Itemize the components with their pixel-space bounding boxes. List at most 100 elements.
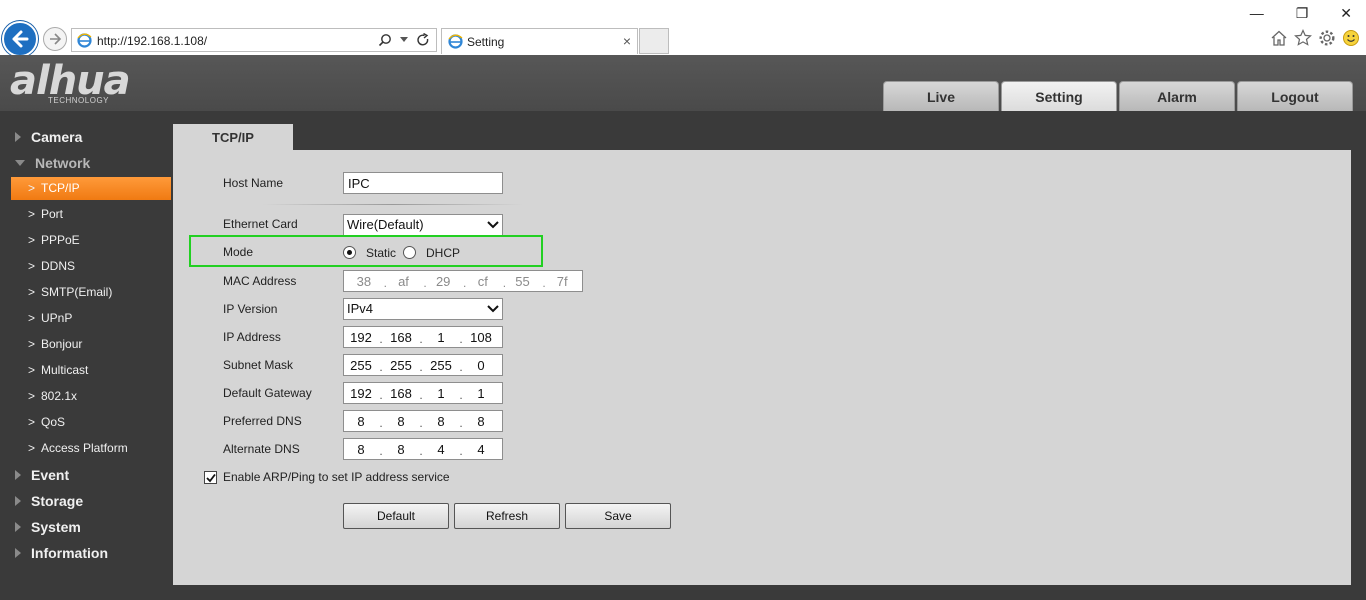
preferred-dns-input[interactable]: 8. 8. 8. 8 (343, 410, 503, 432)
tab-title: Setting (467, 35, 505, 49)
sidebar-item-ddns[interactable]: > DDNS (11, 255, 171, 278)
ip-octet[interactable]: 192 (344, 385, 378, 401)
mode-label: Mode (223, 245, 254, 259)
sidebar-item-label: TCP/IP (41, 181, 80, 195)
ip-octet[interactable]: 168 (384, 329, 418, 345)
sidebar-item-qos[interactable]: > QoS (11, 411, 171, 434)
ip-octet[interactable]: 8 (344, 441, 378, 457)
favorites-star-icon[interactable] (1294, 29, 1312, 47)
new-tab-button[interactable] (639, 28, 669, 54)
search-icon[interactable] (378, 33, 392, 47)
ip-version-select[interactable]: IPv4 (343, 298, 503, 320)
ip-octet[interactable]: 0 (464, 357, 498, 373)
default-gateway-input[interactable]: 192. 168. 1. 1 (343, 382, 503, 404)
section-label: System (31, 519, 81, 535)
ip-octet[interactable]: 8 (384, 441, 418, 457)
ethernet-card-select[interactable]: Wire(Default) (343, 214, 503, 236)
ip-octet[interactable]: 168 (384, 385, 418, 401)
subnet-mask-input[interactable]: 255. 255. 255. 0 (343, 354, 503, 376)
triangle-down-icon (15, 160, 25, 166)
ip-octet[interactable]: 108 (464, 329, 498, 345)
ip-octet[interactable]: 192 (344, 329, 378, 345)
tcpip-settings-panel: Host Name IPC Ethernet Card Wire(Default… (173, 150, 1351, 585)
sidebar-item-label: Access Platform (41, 441, 128, 455)
sidebar-item-bonjour[interactable]: > Bonjour (11, 333, 171, 356)
ip-octet[interactable]: 1 (464, 385, 498, 401)
nav-tab-alarm[interactable]: Alarm (1119, 81, 1235, 111)
chevron-down-icon (487, 305, 499, 313)
mode-static-radio[interactable] (343, 246, 356, 259)
sidebar-section-system[interactable]: System (15, 517, 81, 537)
smiley-icon[interactable] (1342, 29, 1360, 47)
forward-button[interactable] (43, 27, 67, 51)
triangle-right-icon (15, 548, 21, 558)
mac-octet: 7f (556, 274, 568, 289)
ip-octet[interactable]: 4 (424, 441, 458, 457)
sidebar-item-access-platform[interactable]: > Access Platform (11, 437, 171, 460)
sidebar-item-label: Bonjour (41, 337, 83, 351)
ip-octet[interactable]: 4 (464, 441, 498, 457)
ip-address-input[interactable]: 192. 168. 1. 108 (343, 326, 503, 348)
sidebar-item-pppoe[interactable]: > PPPoE (11, 229, 171, 252)
mac-address-field: 38. af. 29. cf. 55. 7f (343, 270, 583, 292)
save-button[interactable]: Save (565, 503, 671, 529)
mode-dhcp-label: DHCP (426, 246, 461, 260)
close-tab-icon[interactable]: × (623, 33, 631, 49)
mac-octet: cf (477, 274, 488, 289)
sidebar-item-smtp[interactable]: > SMTP(Email) (11, 281, 171, 304)
triangle-right-icon (15, 522, 21, 532)
ip-octet[interactable]: 255 (384, 357, 418, 373)
default-button[interactable]: Default (343, 503, 449, 529)
chevron-right-icon: > (28, 285, 36, 299)
sidebar-item-port[interactable]: > Port (11, 203, 171, 226)
dropdown-arrow-icon[interactable] (400, 37, 408, 43)
gear-icon[interactable] (1318, 29, 1336, 47)
ip-octet[interactable]: 255 (424, 357, 458, 373)
ip-octet[interactable]: 8 (384, 413, 418, 429)
browser-tab[interactable]: Setting × (441, 28, 638, 54)
alternate-dns-input[interactable]: 8. 8. 4. 4 (343, 438, 503, 460)
home-icon[interactable] (1270, 29, 1288, 47)
logo-text: alhua (10, 58, 131, 104)
sidebar-section-event[interactable]: Event (15, 465, 69, 485)
refresh-icon[interactable] (416, 33, 430, 47)
default-gateway-label: Default Gateway (223, 386, 312, 400)
ip-octet[interactable]: 1 (424, 385, 458, 401)
restore-icon[interactable]: ❐ (1296, 5, 1309, 22)
mode-static-label: Static (366, 246, 397, 260)
sidebar-section-network[interactable]: Network (15, 153, 90, 173)
sidebar-section-information[interactable]: Information (15, 543, 108, 563)
chevron-right-icon: > (28, 181, 36, 195)
ip-octet[interactable]: 1 (424, 329, 458, 345)
nav-tab-live[interactable]: Live (883, 81, 999, 111)
sidebar-section-camera[interactable]: Camera (15, 127, 82, 147)
sidebar-item-upnp[interactable]: > UPnP (11, 307, 171, 330)
sidebar-item-label: DDNS (41, 259, 76, 273)
sidebar-item-label: PPPoE (41, 233, 80, 247)
close-icon[interactable]: ✕ (1340, 5, 1352, 22)
ethernet-card-value: Wire(Default) (347, 217, 424, 232)
alternate-dns-label: Alternate DNS (223, 442, 300, 456)
arp-ping-checkbox[interactable] (204, 471, 217, 484)
sidebar-item-multicast[interactable]: > Multicast (11, 359, 171, 382)
triangle-right-icon (15, 132, 21, 142)
host-name-input[interactable]: IPC (343, 172, 503, 194)
minimize-icon[interactable]: — (1250, 5, 1264, 22)
address-bar[interactable]: http://192.168.1.108/ (71, 28, 437, 52)
nav-tab-logout[interactable]: Logout (1237, 81, 1353, 111)
ip-octet[interactable]: 8 (464, 413, 498, 429)
mac-octet: 55 (515, 274, 530, 289)
sidebar-item-8021x[interactable]: >802.1x (11, 385, 171, 408)
ip-octet[interactable]: 255 (344, 357, 378, 373)
tab-tcpip[interactable]: TCP/IP (173, 124, 293, 151)
back-button[interactable] (2, 21, 38, 57)
nav-tab-setting[interactable]: Setting (1001, 81, 1117, 111)
refresh-button[interactable]: Refresh (454, 503, 560, 529)
sidebar-section-storage[interactable]: Storage (15, 491, 83, 511)
ip-octet[interactable]: 8 (424, 413, 458, 429)
ip-version-label: IP Version (223, 302, 278, 316)
mode-dhcp-radio[interactable] (403, 246, 416, 259)
sidebar-item-tcpip[interactable]: > TCP/IP (11, 177, 171, 200)
ip-octet[interactable]: 8 (344, 413, 378, 429)
triangle-right-icon (15, 496, 21, 506)
